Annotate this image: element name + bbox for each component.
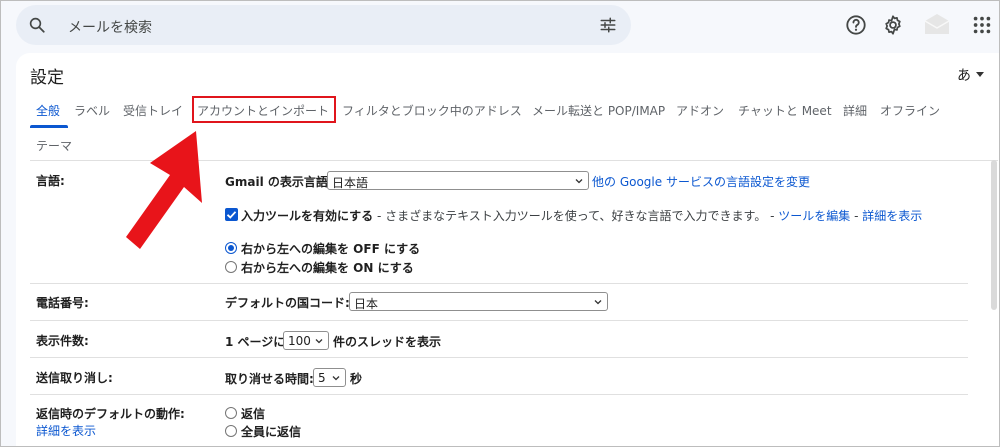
search-bar[interactable]: メールを検索: [16, 5, 631, 45]
tab-filters[interactable]: フィルタとブロック中のアドレス: [342, 102, 522, 119]
page-size-suffix: 件のスレッドを表示: [333, 335, 442, 349]
active-tab-indicator: [30, 125, 68, 128]
reply-default-details-link[interactable]: 詳細を表示: [36, 422, 96, 439]
input-language-button[interactable]: あ: [957, 65, 984, 85]
apps-grid-icon[interactable]: [971, 14, 993, 36]
tab-advanced[interactable]: 詳細: [843, 102, 867, 119]
page-size-prefix: 1 ページに: [225, 335, 286, 349]
check-icon: [226, 211, 237, 219]
search-input[interactable]: メールを検索: [68, 17, 152, 37]
section-divider: [30, 357, 968, 358]
search-icon[interactable]: [28, 16, 46, 34]
language-section-label: 言語:: [36, 174, 65, 188]
chevron-down-icon: [315, 339, 323, 344]
tab-inbox[interactable]: 受信トレイ: [123, 102, 183, 119]
country-code-select[interactable]: 日本: [349, 292, 608, 311]
settings-panel: 設定 あ 全般 ラベル 受信トレイ アカウントとインポート フィルタとブロック中…: [16, 53, 1000, 447]
input-tools-row: 入力ツールを有効にする - さまざまなテキスト入力ツールを使って、好きな言語で入…: [241, 207, 922, 224]
other-language-settings-link[interactable]: 他の Google サービスの言語設定を変更: [592, 173, 810, 190]
section-divider: [30, 283, 968, 284]
tab-themes[interactable]: テーマ: [36, 137, 72, 154]
settings-gear-icon[interactable]: [882, 14, 904, 36]
separator: -: [850, 209, 863, 223]
edit-tools-link[interactable]: ツールを編集: [778, 209, 850, 223]
dropdown-arrow-icon: [976, 72, 984, 77]
section-divider: [30, 394, 968, 395]
highlight-box: [192, 96, 336, 123]
undo-send-section-label: 送信取り消し:: [36, 371, 113, 385]
rtl-on-radio[interactable]: [225, 261, 237, 273]
page-title: 設定: [30, 68, 64, 88]
chevron-down-icon: [332, 376, 340, 381]
rtl-off-label: 右から左への編集を OFF にする: [241, 242, 421, 256]
scrollbar[interactable]: [991, 160, 997, 310]
display-language-select[interactable]: 日本語: [327, 171, 589, 190]
tab-forwarding-pop-imap[interactable]: メール転送と POP/IMAP: [532, 102, 665, 119]
annotation-arrow-icon: [126, 131, 202, 249]
tab-chat-meet[interactable]: チャットと Meet: [738, 102, 832, 119]
page-size-section-label: 表示件数:: [36, 334, 89, 348]
undo-send-suffix: 秒: [350, 372, 363, 386]
input-tools-description: - さまざまなテキスト入力ツールを使って、好きな言語で入力できます。 -: [373, 209, 779, 223]
input-tools-label: 入力ツールを有効にする: [241, 209, 374, 223]
page-size-select[interactable]: 100: [283, 331, 329, 350]
phone-section-label: 電話番号:: [36, 296, 89, 310]
section-divider: [30, 320, 968, 321]
rtl-off-radio[interactable]: [225, 242, 237, 254]
display-language-label: Gmail の表示言語:: [225, 175, 333, 189]
account-avatar-icon[interactable]: [923, 12, 951, 36]
tab-general[interactable]: 全般: [36, 102, 60, 119]
reply-default-section-label: 返信時のデフォルトの動作:: [36, 407, 185, 421]
tab-addons[interactable]: アドオン: [676, 102, 724, 119]
reply-all-radio[interactable]: [225, 425, 237, 437]
tab-labels[interactable]: ラベル: [74, 102, 110, 119]
chevron-down-icon: [575, 179, 583, 184]
filter-options-icon[interactable]: [599, 16, 617, 34]
reply-label: 返信: [241, 407, 266, 421]
rtl-on-label: 右から左への編集を ON にする: [241, 261, 414, 275]
reply-radio[interactable]: [225, 407, 237, 419]
input-tools-checkbox[interactable]: [225, 208, 238, 221]
reply-all-label: 全員に返信: [241, 425, 302, 439]
undo-send-select[interactable]: 5: [313, 368, 346, 387]
undo-send-prefix: 取り消せる時間:: [225, 372, 314, 386]
country-code-label: デフォルトの国コード:: [225, 296, 350, 310]
input-tools-details-link[interactable]: 詳細を表示: [862, 209, 922, 223]
chevron-down-icon: [594, 300, 602, 305]
tab-offline[interactable]: オフライン: [880, 102, 940, 119]
help-icon[interactable]: [845, 14, 867, 36]
